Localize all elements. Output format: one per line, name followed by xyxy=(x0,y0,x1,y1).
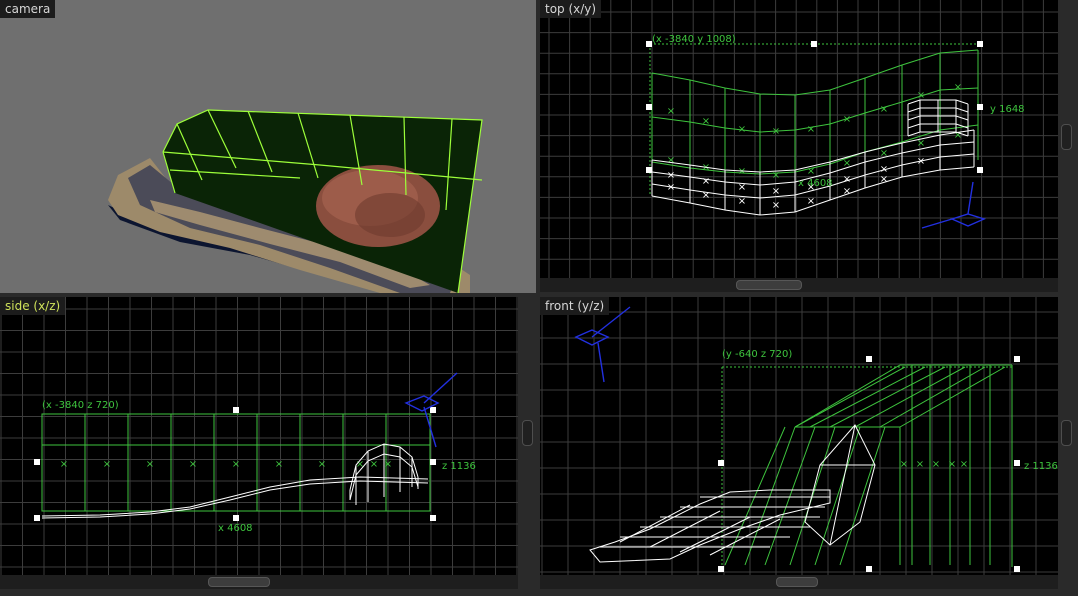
camera-gizmo-icon[interactable] xyxy=(574,306,631,383)
brush-center-x-icon: × xyxy=(916,459,924,470)
camera-viewport-label: camera xyxy=(0,0,56,18)
top-viewport-hscrollbar[interactable] xyxy=(540,278,1058,292)
brush-center-x-icon: × xyxy=(738,124,746,135)
brush-center-x-icon: × xyxy=(948,459,956,470)
brush-center-x-icon: × xyxy=(738,196,746,207)
top-viewport-vscroll-knob[interactable] xyxy=(1061,124,1072,150)
camera-3d-render[interactable] xyxy=(0,0,536,293)
side-viewport[interactable]: side (x/z) × × × × × × × × × × (x -3840 z 720) z … xyxy=(0,297,518,575)
brush-center-x-icon: × xyxy=(667,155,675,166)
brush-center-x-icon: × xyxy=(900,459,908,470)
front-viewport-vscroll-knob[interactable] xyxy=(1061,420,1072,446)
top-corner-coord: (x -3840 y 1008) xyxy=(652,34,736,45)
top-width-dimension: x 4608 xyxy=(798,178,833,189)
brush-center-x-icon: × xyxy=(232,459,240,470)
brush-center-x-icon: ××× × ××××××× × × ×××××××× × ××××××× × ××× xyxy=(667,82,962,211)
front-viewport[interactable]: front (y/z) × × × × × (y -640 z 720) z 1… xyxy=(540,297,1058,575)
brush-center-x-icon: × xyxy=(960,459,968,470)
brush-center-x-icon: × xyxy=(772,186,780,197)
brush-center-x-icon: × xyxy=(370,459,378,470)
side-viewport-vscroll-knob[interactable] xyxy=(522,420,533,446)
grid-lines xyxy=(0,297,518,575)
camera-viewport[interactable]: camera xyxy=(0,0,536,293)
brush-center-x-icon: × xyxy=(880,104,888,115)
side-corner-coord: (x -3840 z 720) xyxy=(42,400,119,411)
brush-center-x-icon: × xyxy=(807,166,815,177)
brush-center-x-icon: × xyxy=(146,459,154,470)
front-corner-coord: (y -640 z 720) xyxy=(722,349,792,360)
top-side-dimension: y 1648 xyxy=(990,104,1025,115)
front-viewport-hscrollbar[interactable] xyxy=(540,575,1058,589)
side-viewport-label: side (x/z) xyxy=(0,297,66,315)
brush-center-x-icon: × xyxy=(60,459,68,470)
selection-handle-icon[interactable] xyxy=(718,356,1020,572)
brush-center-x-icon: × xyxy=(103,459,111,470)
brush-center-x-icon: × xyxy=(807,124,815,135)
brush-center-x-icon: × xyxy=(917,90,925,101)
brush-center-x-icon: × xyxy=(275,459,283,470)
brush-center-x-icon: × xyxy=(843,114,851,125)
grid-lines xyxy=(540,297,1058,575)
front-viewport-label: front (y/z) xyxy=(540,297,610,315)
top-viewport-label: top (x/y) xyxy=(540,0,602,18)
front-view-canvas[interactable]: × × × × × (y -640 z 720) z 1136 xyxy=(540,297,1058,575)
brush-center-x-icon: × × × × × × × × × × xyxy=(60,459,392,470)
brush-center-x-icon: × xyxy=(702,176,710,187)
top-viewport[interactable]: top (x/y) × × × × × × × × × × × × × × × × × × × × × × × × × × × × × ×… xyxy=(540,0,1058,278)
brush-center-x-icon: × xyxy=(702,116,710,127)
scroll-thumb[interactable] xyxy=(736,280,802,290)
scroll-thumb[interactable] xyxy=(208,577,270,587)
side-view-canvas[interactable]: × × × × × × × × × × (x -3840 z 720) z 1136 x 4608 xyxy=(0,297,518,575)
brush-center-x-icon: × xyxy=(667,170,675,181)
top-view-canvas[interactable]: ××× × ××××××× × × ×××××××× × ××××××× × ××× (x -38… xyxy=(540,0,1058,278)
brush-center-x-icon: × xyxy=(318,459,326,470)
side-side-dimension: z 1136 xyxy=(442,461,476,472)
side-width-dimension: x 4608 xyxy=(218,523,253,534)
brush-center-x-icon: × xyxy=(954,82,962,93)
brush-center-x-icon: × xyxy=(772,126,780,137)
scroll-thumb[interactable] xyxy=(776,577,818,587)
side-viewport-hscrollbar[interactable] xyxy=(0,575,518,589)
camera-gizmo-icon[interactable] xyxy=(921,181,986,229)
brush-center-x-icon: × xyxy=(932,459,940,470)
brush-center-x-icon: × xyxy=(772,200,780,211)
brush-center-x-icon: × xyxy=(384,459,392,470)
front-side-dimension: z 1136 xyxy=(1024,461,1058,472)
selection-handle-icon[interactable] xyxy=(646,41,983,173)
brush-center-x-icon: × xyxy=(667,106,675,117)
brush-center-x-icon: × xyxy=(189,459,197,470)
